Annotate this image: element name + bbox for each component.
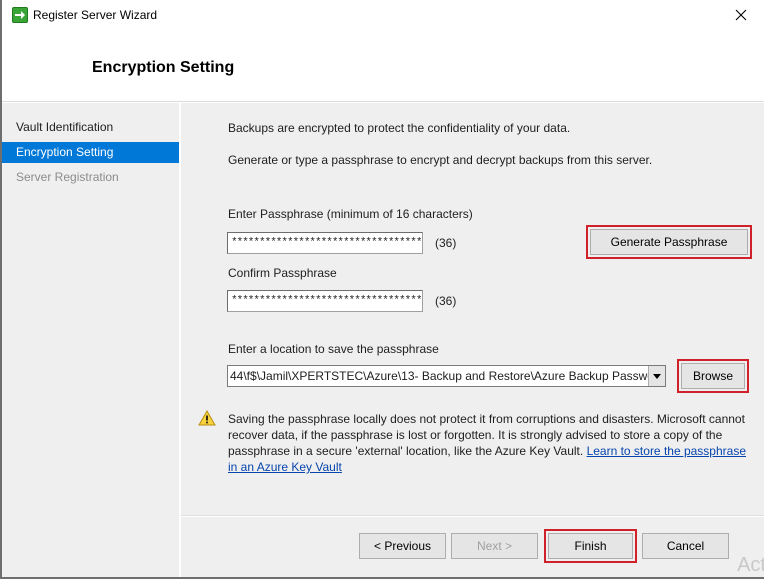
warning-message: Saving the passphrase locally does not p… — [228, 411, 748, 475]
wizard-content: Backups are encrypted to protect the con… — [181, 103, 764, 577]
generate-passphrase-button[interactable]: Generate Passphrase — [586, 225, 752, 259]
browse-button[interactable]: Browse — [677, 359, 749, 393]
confirm-passphrase-input[interactable]: ************************************ — [227, 290, 423, 312]
intro-text-1: Backups are encrypted to protect the con… — [228, 121, 571, 135]
next-button: Next > — [451, 533, 538, 559]
passphrase-label: Enter Passphrase (minimum of 16 characte… — [228, 207, 473, 221]
close-icon — [735, 9, 747, 21]
cancel-button[interactable]: Cancel — [642, 533, 729, 559]
sidebar-item-encryption-setting[interactable]: Encryption Setting — [2, 142, 179, 163]
intro-text-2: Generate or type a passphrase to encrypt… — [228, 153, 653, 167]
title-bar: Register Server Wizard — [2, 0, 764, 30]
activation-watermark: Act — [737, 554, 764, 576]
close-button[interactable] — [718, 0, 764, 30]
location-input[interactable]: 44\f$\Jamil\XPERTSTEC\Azure\13- Backup a… — [228, 366, 648, 386]
passphrase-input[interactable]: ************************************ — [227, 232, 423, 254]
wizard-steps-sidebar: Vault Identification Encryption Setting … — [2, 103, 179, 577]
wizard-arrow-icon — [12, 7, 28, 23]
confirm-passphrase-label: Confirm Passphrase — [228, 266, 337, 280]
chevron-down-icon — [653, 373, 661, 379]
sidebar-item-server-registration: Server Registration — [16, 170, 119, 184]
location-label: Enter a location to save the passphrase — [228, 342, 439, 356]
confirm-char-count: (36) — [435, 294, 457, 308]
window-title: Register Server Wizard — [33, 8, 158, 22]
sidebar-item-vault-identification[interactable]: Vault Identification — [2, 117, 179, 138]
dropdown-arrow-button[interactable] — [648, 366, 665, 386]
warning-icon — [198, 410, 216, 426]
page-title: Encryption Setting — [92, 59, 235, 76]
register-server-wizard-window: Register Server Wizard Encryption Settin… — [0, 0, 764, 579]
wizard-header: Encryption Setting — [2, 30, 764, 102]
previous-button[interactable]: < Previous — [359, 533, 446, 559]
location-combobox[interactable]: 44\f$\Jamil\XPERTSTEC\Azure\13- Backup a… — [227, 365, 666, 387]
passphrase-char-count: (36) — [435, 236, 457, 250]
footer-separator — [181, 515, 764, 517]
finish-button[interactable]: Finish — [544, 529, 637, 563]
